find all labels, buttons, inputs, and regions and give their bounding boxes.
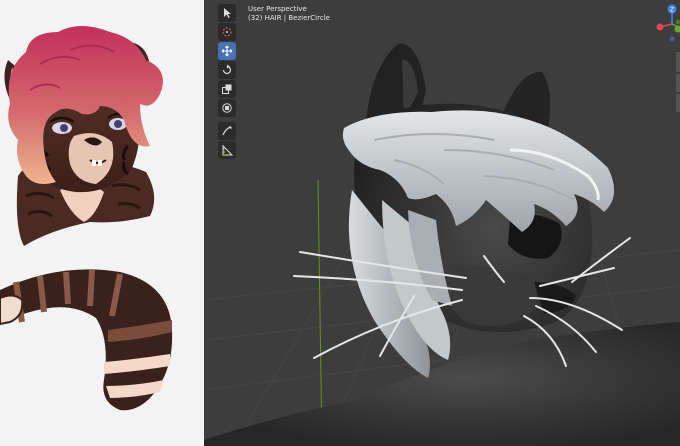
z-axis-label: Z bbox=[670, 7, 674, 14]
measure-ruler-icon bbox=[222, 144, 233, 156]
neg-z-axis-handle bbox=[669, 36, 675, 42]
move-tool[interactable] bbox=[218, 42, 236, 60]
cursor-tool[interactable] bbox=[218, 23, 236, 41]
rotate-tool[interactable] bbox=[218, 61, 236, 79]
reference-image-panel bbox=[0, 0, 204, 446]
3d-viewport[interactable]: User Perspective (32) HAIR | BezierCircl… bbox=[204, 0, 680, 446]
object-info-label: (32) HAIR | BezierCircle bbox=[248, 14, 330, 22]
move-arrows-icon bbox=[221, 45, 233, 57]
select-box-tool[interactable] bbox=[218, 4, 236, 22]
y-axis-line bbox=[317, 179, 323, 446]
rotate-icon bbox=[222, 64, 232, 75]
annotate-tool[interactable] bbox=[218, 122, 236, 140]
viewport-scene bbox=[204, 43, 680, 446]
scale-icon bbox=[222, 84, 232, 94]
3d-cursor-icon bbox=[222, 27, 232, 37]
scale-tool[interactable] bbox=[218, 80, 236, 98]
transform-tool[interactable] bbox=[218, 99, 236, 117]
cursor-icon bbox=[224, 8, 231, 18]
measure-tool[interactable] bbox=[218, 141, 236, 159]
navigation-gizmo[interactable]: Z bbox=[648, 0, 680, 52]
x-axis-handle bbox=[656, 23, 664, 31]
character-reference-art bbox=[0, 26, 173, 411]
annotate-pen-icon bbox=[222, 125, 233, 136]
tool-shelf bbox=[218, 4, 238, 160]
viewport-nav-buttons[interactable] bbox=[676, 52, 680, 112]
transform-icon bbox=[222, 103, 232, 113]
y-axis-handle bbox=[674, 25, 680, 33]
